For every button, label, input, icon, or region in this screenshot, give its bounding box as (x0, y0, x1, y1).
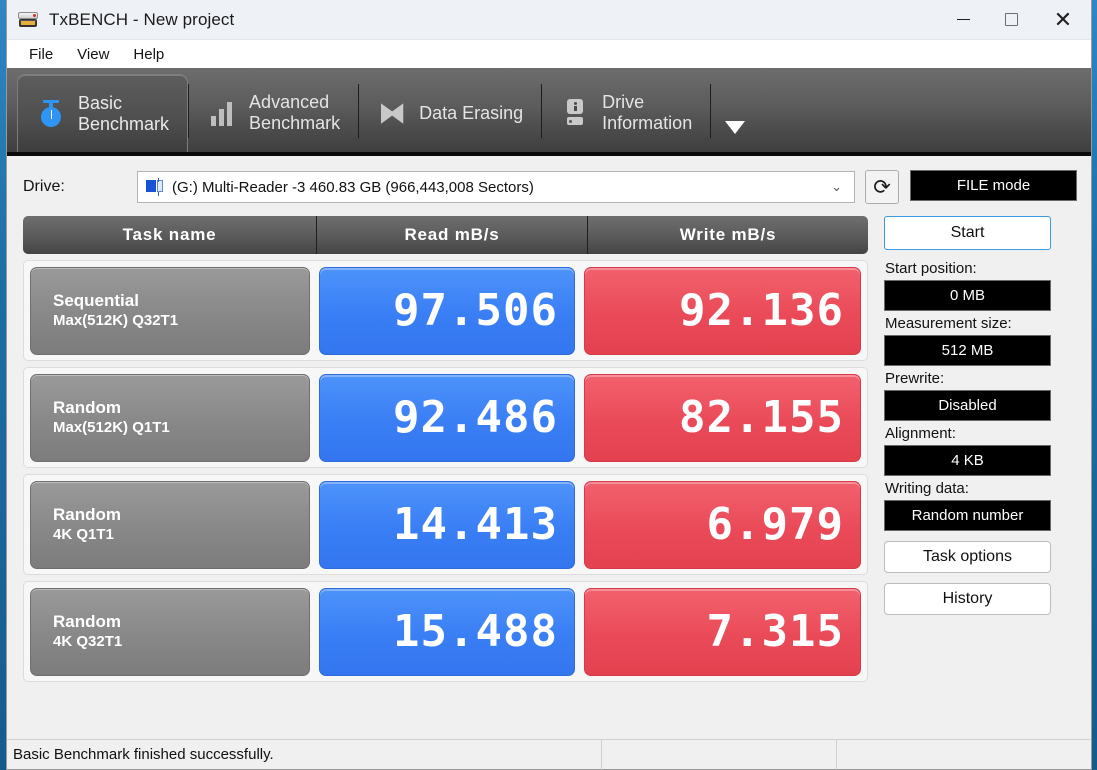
task-name-line1: Random (53, 611, 121, 631)
stopwatch-icon (36, 99, 66, 129)
tab-advanced-benchmark-label: Advanced Benchmark (249, 92, 340, 133)
write-value-cell: 92.136 (584, 266, 861, 355)
table-row[interactable]: Random Max(512K) Q1T1 92.486 82.155 (23, 367, 868, 468)
drive-icon (146, 178, 164, 196)
tab-label-line2: Benchmark (78, 113, 170, 134)
chevron-down-icon: ⌄ (831, 179, 842, 194)
write-value-cell: 6.979 (584, 480, 861, 569)
minimize-icon[interactable] (939, 0, 987, 40)
alignment-label: Alignment: (885, 425, 956, 442)
start-position-label: Start position: (885, 260, 977, 277)
hdd-icon (7, 11, 41, 28)
column-header-read: Read mB/s (316, 216, 587, 254)
tab-basic-benchmark-label: Basic Benchmark (78, 93, 169, 134)
column-header-task-name: Task name (122, 225, 217, 244)
results-pane: Task name Read mB/s Write mB/s Sequentia… (23, 214, 868, 739)
status-pane-3 (836, 739, 1091, 770)
main-split: Task name Read mB/s Write mB/s Sequentia… (7, 214, 1091, 739)
task-name-cell: Random 4K Q1T1 (30, 480, 310, 569)
start-position-value[interactable]: 0 MB (884, 280, 1051, 311)
start-button[interactable]: Start (884, 216, 1051, 250)
read-value-cell: 15.488 (319, 587, 575, 676)
tab-label-line1: Basic (78, 92, 123, 113)
table-row[interactable]: Sequential Max(512K) Q32T1 97.506 92.136 (23, 260, 868, 361)
column-header-write: Write mB/s (587, 216, 868, 254)
tab-data-erasing[interactable]: ⧓ Data Erasing (359, 74, 541, 152)
refresh-icon[interactable]: ⟳ (865, 170, 899, 204)
file-mode-button[interactable]: FILE mode (910, 170, 1077, 201)
menu-item-help[interactable]: Help (123, 43, 174, 66)
status-bar: Basic Benchmark finished successfully. (7, 739, 1091, 770)
content-area: Drive: (G:) Multi-Reader -3 460.83 GB (9… (7, 156, 1091, 770)
prewrite-label: Prewrite: (885, 370, 945, 387)
task-name-cell: Random 4K Q32T1 (30, 587, 310, 676)
task-name-line1: Random (53, 504, 121, 524)
prewrite-value[interactable]: Disabled (884, 390, 1051, 421)
tab-bar: Basic Benchmark Advanced Benchmark ⧓ Dat… (7, 68, 1091, 156)
txbench-window: TxBENCH - New project ✕ File View Help B… (6, 0, 1092, 770)
tab-label-line2: Information (602, 113, 693, 133)
write-value-cell: 7.315 (584, 587, 861, 676)
tab-label-line2: Benchmark (249, 113, 341, 133)
task-name-line1: Sequential (53, 290, 139, 310)
writing-data-label: Writing data: (885, 480, 969, 497)
window-title: TxBENCH - New project (49, 9, 235, 29)
chevron-down-icon[interactable] (711, 74, 759, 152)
menu-bar: File View Help (7, 40, 1091, 68)
bar-chart-icon (207, 100, 237, 126)
close-icon[interactable]: ✕ (1035, 0, 1091, 40)
maximize-icon[interactable] (987, 0, 1035, 40)
tab-data-erasing-label: Data Erasing (419, 103, 523, 124)
write-value-cell: 82.155 (584, 373, 861, 462)
task-name-line2: Max(512K) Q32T1 (53, 311, 179, 329)
task-name-cell: Random Max(512K) Q1T1 (30, 373, 310, 462)
menu-item-view[interactable]: View (67, 43, 119, 66)
measurement-size-value[interactable]: 512 MB (884, 335, 1051, 366)
results-header: Task name Read mB/s Write mB/s (23, 216, 868, 254)
side-panel: Start Start position: 0 MB Measurement s… (868, 214, 1051, 739)
window-controls: ✕ (939, 0, 1091, 40)
tab-basic-benchmark[interactable]: Basic Benchmark (17, 74, 189, 152)
tab-drive-information[interactable]: Drive Information (542, 74, 710, 152)
task-name-cell: Sequential Max(512K) Q32T1 (30, 266, 310, 355)
task-name-line2: 4K Q32T1 (53, 632, 123, 650)
drive-info-icon (560, 99, 590, 127)
menu-item-file[interactable]: File (19, 43, 63, 66)
task-name-line1: Random (53, 397, 121, 417)
read-value-cell: 92.486 (319, 373, 575, 462)
read-value-cell: 97.506 (319, 266, 575, 355)
tab-advanced-benchmark[interactable]: Advanced Benchmark (189, 74, 358, 152)
drive-label: Drive: (23, 178, 65, 195)
read-value-cell: 14.413 (319, 480, 575, 569)
tab-label-line1: Advanced (249, 92, 330, 113)
task-name-line2: Max(512K) Q1T1 (53, 418, 170, 436)
measurement-size-label: Measurement size: (885, 315, 1012, 332)
tab-label-line1: Data Erasing (419, 102, 524, 123)
task-name-line2: 4K Q1T1 (53, 525, 114, 543)
status-pane-2 (601, 739, 836, 770)
task-options-button[interactable]: Task options (884, 541, 1051, 573)
alignment-value[interactable]: 4 KB (884, 445, 1051, 476)
table-row[interactable]: Random 4K Q1T1 14.413 6.979 (23, 474, 868, 575)
table-row[interactable]: Random 4K Q32T1 15.488 7.315 (23, 581, 868, 682)
erase-icon: ⧓ (378, 97, 406, 128)
status-message: Basic Benchmark finished successfully. (13, 746, 274, 763)
writing-data-value[interactable]: Random number (884, 500, 1051, 531)
history-button[interactable]: History (884, 583, 1051, 615)
title-bar: TxBENCH - New project ✕ (7, 0, 1091, 40)
drive-select-value: (G:) Multi-Reader -3 460.83 GB (966,443,… (172, 178, 534, 196)
tab-drive-information-label: Drive Information (602, 92, 692, 133)
tab-label-line1: Drive (602, 92, 645, 113)
drive-select[interactable]: (G:) Multi-Reader -3 460.83 GB (966,443,… (137, 171, 855, 203)
